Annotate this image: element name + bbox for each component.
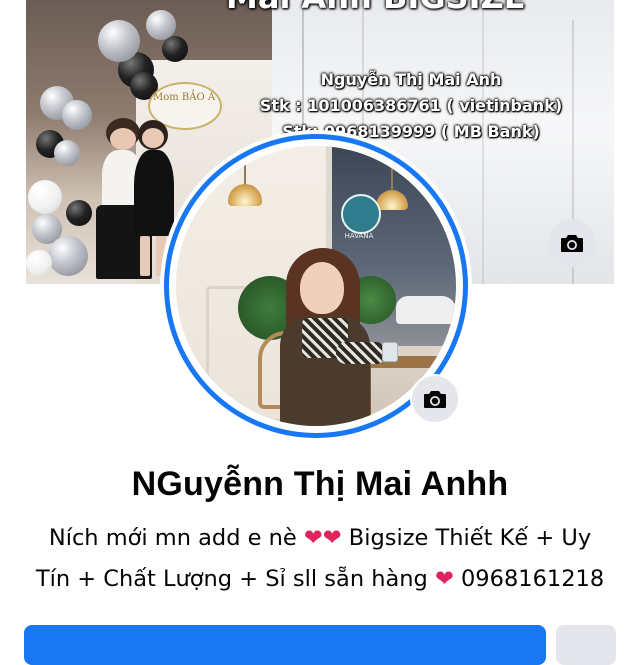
party-sign-text: Mom BẢO A [152,92,216,103]
more-options-button[interactable] [556,625,616,665]
bio-text: Bigsize Thiết Kế + Uy [341,525,592,551]
add-to-story-button[interactable] [24,625,546,665]
heart-icon: ❤ [434,566,454,592]
cover-account-name: Nguyễn Thị Mai Anh [320,70,502,89]
edit-profile-picture-button[interactable] [410,374,460,424]
profile-bio-line-2: Tín + Chất Lượng + Sỉ sll sẵn hàng ❤ 096… [30,566,610,592]
bio-text: Tín + Chất Lượng + Sỉ sll sẵn hàng [35,566,435,592]
cover-title: Mai Anh BIGSIZE [226,0,606,16]
camera-icon [561,235,583,252]
camera-icon [424,391,446,408]
edit-cover-photo-button[interactable] [548,219,596,267]
heart-icon: ❤❤ [303,525,342,551]
profile-name: NGuyễnn Thị Mai Anhh [131,465,509,503]
bio-text: Ních mới mn add e nè [48,525,304,551]
cover-bank-line-1: Stk : 101006386761 ( vietinbank) [259,96,563,115]
profile-bio-line-1: Ních mới mn add e nè ❤❤ Bigsize Thiết Kế… [30,525,610,551]
bio-text: 0968161218 [453,566,605,592]
cafe-sign-text: HAVANA [344,232,374,240]
